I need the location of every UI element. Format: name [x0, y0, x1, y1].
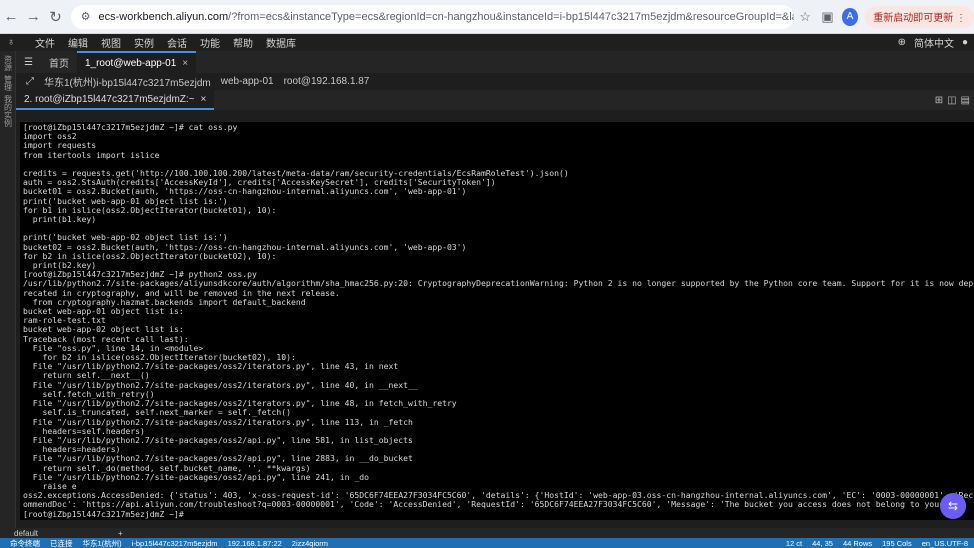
- restart-update-button[interactable]: 重新启动即可更新 ⋮: [865, 5, 974, 28]
- tab-home[interactable]: 首页: [41, 51, 77, 73]
- close-icon[interactable]: ×: [201, 94, 207, 105]
- rail-item-my-instances[interactable]: 我的实例: [1, 95, 15, 127]
- reload-icon[interactable]: ↻: [44, 5, 66, 29]
- terminal-tab-bar: 2. root@iZbp15l447c3217m5ezjdmZ:~ × ⊞ ◫ …: [16, 90, 974, 110]
- status-item: 2izz4qiorm: [291, 538, 329, 548]
- instance-name: web-app-01: [220, 76, 274, 87]
- status-item: 已连接: [50, 538, 73, 548]
- terminal-text: [root@iZbp15l447c3217m5ezjdmZ ~]# cat os…: [23, 122, 974, 519]
- workbench-logo-icon: ♁: [7, 37, 15, 48]
- rail-item-resources[interactable]: 资源: [1, 55, 15, 71]
- terminal-output[interactable]: [root@iZbp15l447c3217m5ezjdmZ ~]# cat os…: [20, 122, 974, 520]
- menu-edit[interactable]: 编辑: [68, 35, 88, 50]
- login-user: root@192.168.1.87: [283, 76, 370, 87]
- instance-region: 华东1(杭州)i-bp15l447c3217m5ezjdm: [44, 78, 211, 89]
- tab-session[interactable]: 1_root@web-app-01 ×: [76, 51, 197, 73]
- menu-database[interactable]: 数据库: [266, 35, 296, 50]
- home-tab-label: 首页: [48, 58, 69, 70]
- url-path: /?from=ecs&instanceType=ecs&regionId=cn-…: [228, 10, 794, 23]
- bookmark-star-icon[interactable]: ☆: [794, 5, 816, 29]
- status-item: 华东1(杭州): [82, 538, 122, 548]
- bottom-tab-bar: default +: [0, 528, 974, 538]
- bottom-tab-default[interactable]: default: [14, 529, 38, 538]
- menu-instance[interactable]: 实例: [134, 35, 154, 50]
- menu-session[interactable]: 会话: [167, 35, 187, 50]
- menu-view[interactable]: 视图: [101, 35, 121, 50]
- menu-help[interactable]: 帮助: [233, 35, 253, 50]
- status-right-item: 44, 35: [812, 538, 833, 548]
- menu-features[interactable]: 功能: [200, 35, 220, 50]
- account-icon[interactable]: ●: [962, 37, 968, 48]
- status-bar: 命令终端 已连接 华东1(杭州) i-bp15l447c3217m5ezjdm …: [0, 538, 974, 548]
- rail-item-manage[interactable]: 管理: [1, 75, 15, 91]
- left-rail: 资源 管理 我的实例: [0, 51, 16, 528]
- add-tab-icon[interactable]: +: [118, 529, 123, 538]
- status-right-item: 12 ct: [785, 538, 803, 548]
- site-settings-icon[interactable]: ⚙: [81, 10, 91, 23]
- assistant-fab-icon[interactable]: ⇆: [940, 493, 966, 519]
- menu-bar: ♁ 文件 编辑 视图 实例 会话 功能 帮助 数据库 ⊕ 简体中文 ●: [0, 34, 974, 51]
- forward-icon[interactable]: →: [22, 5, 44, 29]
- add-icon[interactable]: ⊕: [898, 37, 906, 48]
- split-pane-icon[interactable]: ◫: [947, 95, 956, 106]
- tab-terminal[interactable]: 2. root@iZbp15l447c3217m5ezjdmZ:~ ×: [16, 90, 215, 110]
- session-tab-bar: ☰ 首页 1_root@web-app-01 ×: [16, 51, 974, 73]
- url-host: ecs-workbench.aliyun.com: [98, 10, 229, 23]
- language-select[interactable]: 简体中文: [914, 35, 954, 50]
- browser-toolbar: ← → ↻ ⚙ ecs-workbench.aliyun.com/?from=e…: [0, 0, 974, 34]
- status-item: i-bp15l447c3217m5ezjdm: [131, 538, 218, 548]
- close-icon[interactable]: ×: [182, 58, 188, 69]
- terminal-tab-label: 2. root@iZbp15l447c3217m5ezjdmZ:~: [24, 93, 195, 105]
- status-item: 命令终端: [10, 538, 40, 548]
- instance-info-bar: ⤢ 华东1(杭州)i-bp15l447c3217m5ezjdm web-app-…: [16, 73, 974, 90]
- expand-icon[interactable]: ⤢: [26, 76, 34, 87]
- menu-toggle-icon[interactable]: ☰: [16, 51, 41, 73]
- back-icon[interactable]: ←: [0, 5, 22, 29]
- status-right-item: 195 Cols: [882, 538, 912, 548]
- address-bar[interactable]: ⚙ ecs-workbench.aliyun.com/?from=ecs&ins…: [70, 4, 795, 29]
- status-right-item: 44 Rows: [842, 538, 873, 548]
- sidepanel-icon[interactable]: ▣: [816, 5, 838, 29]
- session-tab-label: 1_root@web-app-01: [84, 57, 177, 69]
- new-pane-icon[interactable]: ⊞: [935, 95, 943, 106]
- status-item: 192.168.1.87:22: [227, 538, 282, 548]
- profile-avatar[interactable]: A: [841, 7, 859, 26]
- layout-icon[interactable]: ▤: [961, 95, 970, 106]
- status-right-item: en_US.UTF-8: [921, 538, 968, 548]
- menu-file[interactable]: 文件: [35, 35, 55, 50]
